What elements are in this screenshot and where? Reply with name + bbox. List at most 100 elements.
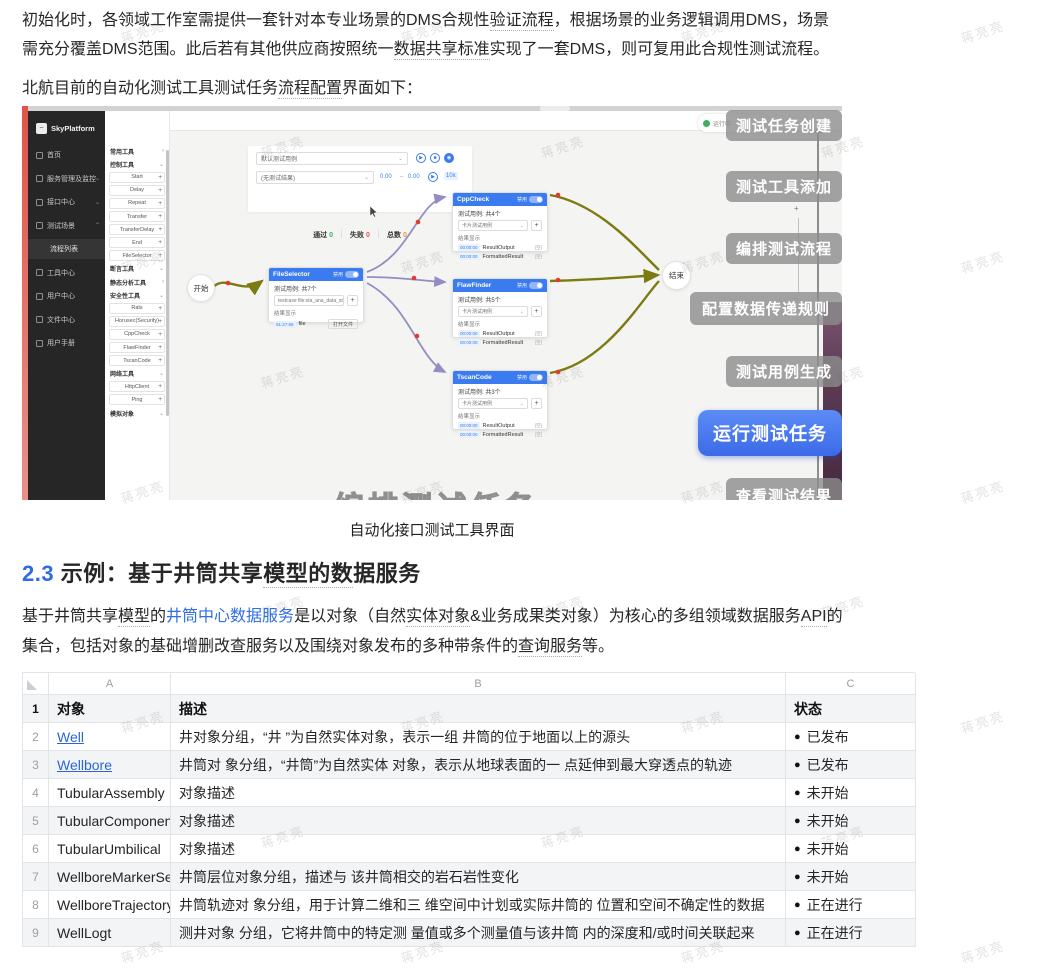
cell-description[interactable]: 井筒层位对象分组，描述与 该井筒相交的岩石岩性变化 [171,863,786,891]
cell-description[interactable]: 井筒对 象分组，“井筒”为自然实体 对象，表示从地球表面的一 点延伸到最大穿透点… [171,751,786,779]
cell-object[interactable]: 对象 [49,695,171,723]
node-cppcheck[interactable]: CppCheck禁用测试用例: 共4个卡片测试用例⌄+结果显示00:00:00R… [452,192,548,252]
cell-object[interactable]: TubularAssembly [49,779,171,807]
cell-status[interactable]: ● 未开始 [786,863,916,891]
add-button[interactable]: + [531,306,542,317]
node-title: FileSelector [273,271,310,278]
time-chip: 00:00:00 [458,422,480,429]
column-letter[interactable]: B [171,673,786,695]
column-letter[interactable]: C [786,673,916,695]
object-name: WellboreMarkerSet [57,869,171,885]
row-number[interactable]: 2 [23,723,49,751]
cell-description[interactable]: 井筒轨迹对 象分组，用于计算二维和三 维空间中计划或实际井筒的 位置和空间不确定… [171,891,786,919]
text-segment: 初始化时，各领域工作室需提供一套针对本专业场景的DMS合规性 [22,12,490,29]
object-name: TubularComponent [57,813,171,829]
text-segment: 2.3 [22,561,54,586]
cell-status[interactable]: ●已发布 [786,723,916,751]
cell-status[interactable]: ●已发布 [786,751,916,779]
case-select[interactable]: 卡片测试用例⌄ [458,398,528,409]
result-name: FormattedResult [483,432,524,438]
object-link[interactable]: Wellbore [57,757,112,773]
cell-description[interactable]: 井对象分组，“井 ”为自然实体对象，表示一组 井筒的位于地面以上的源头 [171,723,786,751]
row-number[interactable]: 7 [23,863,49,891]
enable-toggle[interactable] [529,196,543,203]
status-dot-icon: ● [794,815,801,827]
time-chip: 00:00:00 [458,431,480,438]
row-number[interactable]: 4 [23,779,49,807]
text-segment: API [801,608,827,627]
select-all-corner[interactable] [23,673,49,695]
cell-object[interactable]: WellboreMarkerSet [49,863,171,891]
start-node[interactable]: 开始 [187,274,215,302]
add-button[interactable]: + [531,220,542,231]
figure-caption: 自动化接口测试工具界面 [22,519,842,540]
text-segment: 验证流程 [490,12,554,31]
row-number[interactable]: 1 [23,695,49,723]
status-text: 未开始 [807,811,849,831]
column-letter[interactable]: A [49,673,171,695]
add-button[interactable]: + [531,398,542,409]
video-subtitle: 编排测试任务 [334,483,538,500]
cell-object[interactable]: WellboreTrajectory [49,891,171,919]
cell-description[interactable]: 描述 [171,695,786,723]
cell-status[interactable]: ●正在进行 [786,919,916,947]
testcase-count: 测试用例: 共7个 [269,281,363,295]
canvas-zoom-in[interactable]: + [794,204,799,213]
row-number[interactable]: 8 [23,891,49,919]
inline-link[interactable]: 井筒中心数据服务 [166,608,294,625]
intro-paragraph-2: 北航目前的自动化测试工具测试任务流程配置界面如下： [22,74,840,103]
toggle-label: 禁用 [517,374,527,381]
row-number[interactable]: 6 [23,835,49,863]
result-row: 00:00:00FormattedResult[空] [453,338,547,347]
result-label: 结果显示 [269,306,363,318]
cell-status[interactable]: ●未开始 [786,835,916,863]
cell-description[interactable]: 对象描述 [171,835,786,863]
cell-object[interactable]: Wellbore [49,751,171,779]
time-chip: 00:00:00 [458,253,480,260]
node-header: FlawFinder禁用 [453,279,547,292]
cell-object[interactable]: Well [49,723,171,751]
status-dot-icon: ● [794,927,801,939]
case-select[interactable]: 卡片测试用例⌄ [458,220,528,231]
row-number[interactable]: 5 [23,807,49,835]
enable-toggle[interactable] [529,282,543,289]
status-text: 未开始 [807,867,849,887]
object-link[interactable]: Well [57,729,84,745]
cell-description[interactable]: 对象描述 [171,779,786,807]
row-number[interactable]: 3 [23,751,49,779]
status-dot-icon: ● [794,871,801,883]
node-fileselector[interactable]: FileSelector 禁用 测试用例: 共7个 testcase file:… [268,267,364,323]
cell-object[interactable]: WellLogt [49,919,171,947]
enable-toggle[interactable] [345,271,359,278]
open-file-button[interactable]: 打开文件 [328,319,358,329]
time-chip: 00:00:00 [458,339,480,346]
case-select[interactable]: 卡片测试用例⌄ [458,306,528,317]
enable-toggle[interactable] [529,374,543,381]
cell-status[interactable]: ●正在进行 [786,891,916,919]
cell-description[interactable]: 测井对象 分组，它将井筒中的特定测 量值或多个测量值与该井筒 内的深度和/或时间… [171,919,786,947]
text-segment: 界面如下： [342,80,422,97]
result-row: 00:00:00ResultOutput[空] [453,421,547,430]
file-select[interactable]: testcase file:sta_ana_data_star ⌄ [274,295,344,306]
cell-object[interactable]: TubularUmbilical [49,835,171,863]
table-row: 3 Wellbore 井筒对 象分组，“井筒”为自然实体 对象，表示从地球表面的一 … [23,751,915,779]
cell-status[interactable]: ● 未开始 [786,807,916,835]
select-row: 卡片测试用例⌄+ [453,398,547,409]
toggle-label: 禁用 [517,196,527,203]
cell-description[interactable]: 对象描述 [171,807,786,835]
row-number[interactable]: 9 [23,919,49,947]
status-text: 未开始 [807,783,849,803]
watermark-text: 蒋亮亮 [958,476,1007,508]
cell-status[interactable]: ●未开始 [786,779,916,807]
cell-status[interactable]: 状态 [786,695,916,723]
check-icon [703,120,710,127]
status-text: 已发布 [807,727,849,747]
add-button[interactable]: + [347,295,358,306]
node-tscancode[interactable]: TscanCode禁用测试用例: 共3个卡片测试用例⌄+结果显示00:00:00… [452,370,548,430]
status-text: 正在进行 [807,895,863,915]
result-row: 00:00:00FormattedResult[空] [453,252,547,261]
node-flawfinder[interactable]: FlawFinder禁用测试用例: 共5个卡片测试用例⌄+结果显示00:00:0… [452,278,548,338]
cell-object[interactable]: TubularComponent [49,807,171,835]
end-node[interactable]: 结束 [662,261,691,290]
result-name: ResultOutput [483,245,515,251]
